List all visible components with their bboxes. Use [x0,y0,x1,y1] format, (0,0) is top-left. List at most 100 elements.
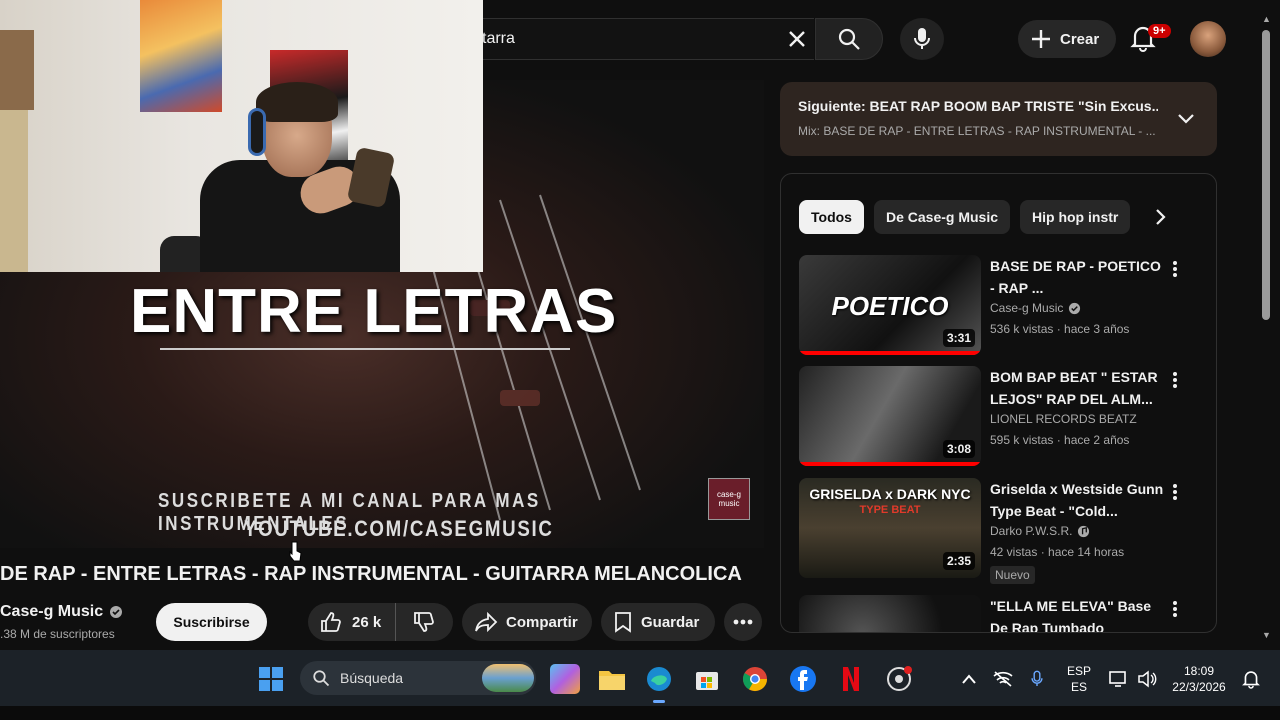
related-videos-panel: Todos De Case-g Music Hip hop instr POET… [780,173,1217,633]
share-button[interactable]: Compartir [462,603,592,641]
chip-all[interactable]: Todos [799,200,864,234]
video-thumbnail[interactable]: POETICO 3:31 [799,255,981,355]
copilot-app-icon[interactable] [550,664,580,694]
avatar[interactable] [1190,21,1226,57]
like-dislike-group: 26 k [308,603,453,641]
new-badge: Nuevo [990,566,1035,584]
webcam-overlay [0,0,483,272]
save-label: Guardar [641,613,700,631]
share-label: Compartir [506,613,578,631]
video-duration: 3:08 [942,440,975,458]
more-vertical-icon[interactable] [1169,599,1181,619]
clock-date: 22/3/2026 [1172,680,1226,694]
share-icon [475,611,498,633]
dislike-button[interactable] [396,603,452,641]
facebook-icon[interactable] [788,664,818,694]
related-video-title[interactable]: "ELLA ME ELEVA" Base De Rap Tumbado [990,595,1165,632]
more-vertical-icon[interactable] [1169,482,1181,502]
door [0,110,28,272]
speaker-icon [1138,670,1157,688]
folder-icon [599,671,625,690]
related-video-channel[interactable]: Case-g Music [990,301,1081,315]
create-label: Crear [1060,30,1100,48]
subscriber-count: .38 M de suscriptores [0,627,115,641]
youtube-watch-page: tarra Crear 9+ ENTRE LETRAS SUSCRIBETE A… [0,0,1280,650]
microsoft-store-icon[interactable] [692,664,722,694]
chrome-icon[interactable] [740,664,770,694]
bottom-strip [0,706,1280,720]
search-input[interactable]: tarra [482,30,515,48]
search-icon [313,670,330,687]
mouse-cursor-icon [289,541,302,562]
edge-icon [647,667,671,691]
network-status-button[interactable] [988,664,1018,694]
chevron-down-icon[interactable] [1176,108,1196,128]
taskbar-search-placeholder: Búsqueda [340,670,404,686]
volume-button[interactable] [1132,664,1162,694]
microphone-icon [914,28,930,49]
subscribe-button[interactable]: Suscribirse [156,603,267,641]
show-hidden-icons-button[interactable] [954,664,984,694]
display-settings-button[interactable] [1104,664,1134,694]
clock[interactable]: 18:09 22/3/2026 [1166,663,1232,695]
video-thumbnail[interactable] [799,595,981,632]
more-actions-button[interactable] [724,603,762,641]
keyboard-code: ES [1070,680,1087,694]
netflix-icon[interactable] [836,664,866,694]
video-thumbnail[interactable]: 3:08 [799,366,981,466]
chip-from-channel[interactable]: De Case-g Music [873,200,1011,234]
mix-playlist-panel[interactable]: Siguiente: BEAT RAP BOOM BAP TRISTE "Sin… [780,82,1217,156]
more-vertical-icon[interactable] [1169,259,1181,279]
store-icon [696,672,718,690]
related-video-meta: 536 k vistas · hace 3 años [990,322,1130,336]
related-video-meta: 42 vistas · hace 14 horas [990,545,1125,559]
search-button[interactable] [815,18,883,60]
create-button[interactable]: Crear [1018,20,1116,58]
like-button[interactable]: 26 k [308,603,396,641]
clock-time: 18:09 [1183,664,1215,678]
save-button[interactable]: Guardar [601,603,715,641]
person-hair [256,82,338,122]
file-explorer-icon[interactable] [597,664,627,694]
windows-start-button[interactable] [256,664,286,694]
netflix-logo-icon [843,667,859,691]
shelf [0,30,34,110]
related-video-item[interactable]: GRISELDA x DARK NYC TYPE BEAT 2:35 Grise… [799,478,1199,584]
related-video-title[interactable]: BOM BAP BEAT " ESTAR LEJOS" RAP DEL ALM.… [990,366,1165,410]
clear-search-button[interactable] [782,24,812,54]
channel-watermark-logo[interactable]: case-g music [708,478,750,520]
overlay-channel-url: YOUTUBE.COM/CASEGMUSIC [244,516,554,541]
video-duration: 3:31 [942,329,975,347]
channel-name[interactable]: Case-g Music [0,603,123,621]
headset-icon [248,108,266,156]
related-video-item[interactable]: 3:08 BOM BAP BEAT " ESTAR LEJOS" RAP DEL… [799,366,1199,470]
thumbs-up-icon [321,612,341,632]
channel-label: Darko P.W.S.R. [990,524,1073,538]
related-video-title[interactable]: Griselda x Westside Gunn Type Beat - "Co… [990,478,1165,522]
chips-next-button[interactable] [1147,204,1173,230]
related-video-channel[interactable]: Darko P.W.S.R. [990,524,1090,538]
channel-label: LIONEL RECORDS BEATZ [990,412,1137,426]
edge-browser-icon[interactable] [644,664,674,694]
video-thumbnail[interactable]: GRISELDA x DARK NYC TYPE BEAT 2:35 [799,478,981,578]
like-count: 26 k [352,613,382,631]
scroll-down-arrow[interactable]: ▼ [1262,630,1271,640]
verified-icon [110,606,123,618]
microphone-status-button[interactable] [1022,664,1052,694]
more-vertical-icon[interactable] [1169,370,1181,390]
notification-center-button[interactable] [1236,664,1266,694]
input-language-indicator[interactable]: ESP ES [1064,663,1094,695]
related-video-channel[interactable]: LIONEL RECORDS BEATZ [990,412,1137,426]
close-icon [789,31,805,47]
scroll-up-arrow[interactable]: ▲ [1262,14,1271,24]
poster-left [140,0,222,112]
page-scrollbar[interactable] [1262,30,1270,320]
related-video-title[interactable]: BASE DE RAP - POETICO - RAP ... [990,255,1165,299]
voice-search-button[interactable] [900,18,944,60]
watch-progress-bar [799,351,981,355]
recording-app-icon[interactable] [884,664,914,694]
related-video-item[interactable]: "ELLA ME ELEVA" Base De Rap Tumbado [799,595,1199,632]
bookmark-icon [615,612,631,633]
related-video-item[interactable]: POETICO 3:31 BASE DE RAP - POETICO - RAP… [799,255,1199,359]
chip-hip-hop[interactable]: Hip hop instr [1020,200,1131,234]
